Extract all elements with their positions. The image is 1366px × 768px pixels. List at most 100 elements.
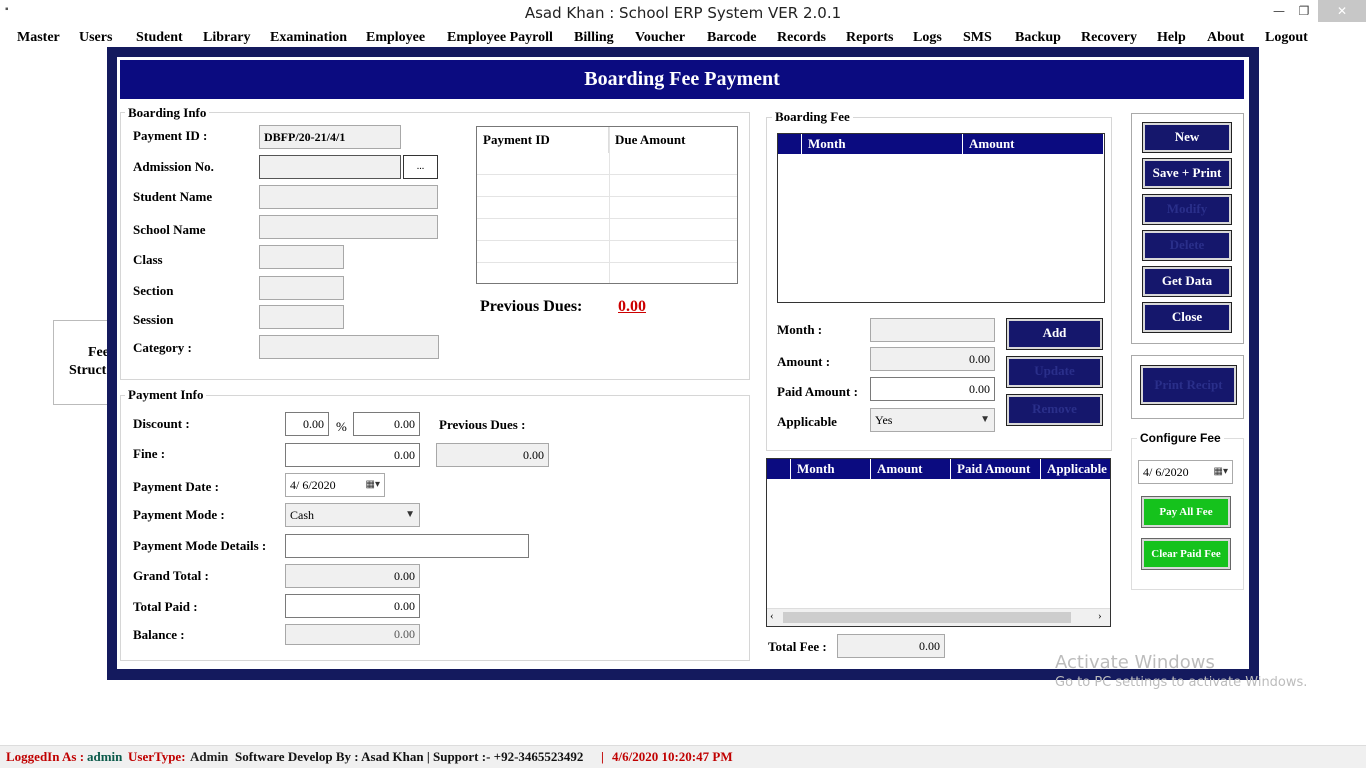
menu-about[interactable]: About: [1207, 30, 1244, 46]
grid-header-payment-id[interactable]: Payment ID: [477, 127, 609, 153]
remove-button[interactable]: Remove: [1006, 394, 1103, 426]
percent-sign: %: [336, 419, 347, 434]
menu-employee[interactable]: Employee: [366, 30, 425, 46]
paid-amount-field[interactable]: 0.00: [870, 377, 995, 401]
balance-field[interactable]: 0.00: [285, 624, 420, 645]
category-field[interactable]: [259, 335, 439, 359]
grid-header-month[interactable]: Month: [791, 459, 871, 479]
applicable-select[interactable]: Yes ▼: [870, 408, 995, 432]
grid-header-amount[interactable]: Amount: [871, 459, 951, 479]
month-field[interactable]: [870, 318, 995, 342]
menu-employee-payroll[interactable]: Employee Payroll: [447, 30, 553, 46]
scrollbar-thumb[interactable]: [783, 612, 1071, 623]
discount-amount-field[interactable]: 0.00: [353, 412, 420, 436]
menu-sms[interactable]: SMS: [963, 30, 992, 46]
balance-label: Balance :: [133, 627, 185, 642]
payment-prev-dues-label: Previous Dues :: [439, 417, 526, 432]
logged-in-user: admin: [87, 749, 123, 764]
clear-paid-fee-button[interactable]: Clear Paid Fee: [1141, 538, 1231, 570]
grid-row-header: [778, 134, 802, 154]
menu-help[interactable]: Help: [1157, 30, 1186, 46]
print-receipt-button[interactable]: Print Recipt: [1140, 365, 1237, 405]
update-button[interactable]: Update: [1006, 356, 1103, 388]
menu-master[interactable]: Master: [17, 30, 60, 46]
discount-percent-field[interactable]: 0.00: [285, 412, 329, 436]
month-amount-grid[interactable]: Month Amount: [777, 133, 1105, 303]
close-window-button[interactable]: ✕: [1318, 0, 1366, 22]
usertype-value: Admin: [190, 749, 229, 764]
calendar-dropdown-icon[interactable]: ▦▾: [366, 474, 380, 496]
payment-mode-select[interactable]: Cash ▼: [285, 503, 420, 527]
discount-label: Discount :: [133, 416, 190, 431]
tile-text-line2: Struct: [69, 363, 107, 378]
fine-field[interactable]: 0.00: [285, 443, 420, 467]
menu-logs[interactable]: Logs: [913, 30, 942, 46]
menu-logout[interactable]: Logout: [1265, 30, 1308, 46]
class-field[interactable]: [259, 245, 344, 269]
category-label: Category :: [133, 340, 192, 355]
previous-dues-label: Previous Dues:: [480, 298, 583, 315]
menu-barcode[interactable]: Barcode: [707, 30, 757, 46]
menu-library[interactable]: Library: [203, 30, 250, 46]
admission-field[interactable]: [259, 155, 401, 179]
grid-divider: [609, 127, 610, 283]
menu-examination[interactable]: Examination: [270, 30, 347, 46]
applicable-label: Applicable: [777, 414, 837, 429]
amount-label: Amount :: [777, 354, 831, 369]
chevron-down-icon: ▼: [405, 509, 415, 520]
total-paid-field[interactable]: 0.00: [285, 594, 420, 618]
delete-button[interactable]: Delete: [1142, 230, 1232, 261]
menu-student[interactable]: Student: [136, 30, 183, 46]
status-bar: LoggedIn As : admin UserType: Admin Soft…: [0, 745, 1366, 768]
payment-id-field[interactable]: DBFP/20-21/4/1: [259, 125, 401, 149]
add-button[interactable]: Add: [1006, 318, 1103, 350]
grid-header-amount[interactable]: Amount: [963, 134, 1104, 154]
section-field[interactable]: [259, 276, 344, 300]
save-print-button[interactable]: Save + Print: [1142, 158, 1232, 189]
menu-backup[interactable]: Backup: [1015, 30, 1061, 46]
browse-student-button[interactable]: ...: [403, 155, 438, 179]
grid-header-month[interactable]: Month: [802, 134, 963, 154]
amount-field[interactable]: 0.00: [870, 347, 995, 371]
grid-row: [477, 241, 737, 263]
grid-header-paid-amount[interactable]: Paid Amount: [951, 459, 1041, 479]
new-button[interactable]: New: [1142, 122, 1232, 153]
menu-reports[interactable]: Reports: [846, 30, 893, 46]
menu-users[interactable]: Users: [79, 30, 112, 46]
configure-date-picker[interactable]: 4/ 6/2020 ▦▾: [1138, 460, 1233, 484]
restore-button[interactable]: ❐: [1291, 0, 1317, 22]
calendar-dropdown-icon[interactable]: ▦▾: [1214, 461, 1228, 483]
school-name-field[interactable]: [259, 215, 438, 239]
payment-date-picker[interactable]: 4/ 6/2020 ▦▾: [285, 473, 385, 497]
session-field[interactable]: [259, 305, 344, 329]
menu-voucher[interactable]: Voucher: [635, 30, 685, 46]
grand-total-field[interactable]: 0.00: [285, 564, 420, 588]
modify-button[interactable]: Modify: [1142, 194, 1232, 225]
payment-id-label: Payment ID :: [133, 128, 208, 143]
student-name-field[interactable]: [259, 185, 438, 209]
get-data-button[interactable]: Get Data: [1142, 266, 1232, 297]
configure-fee-title: Configure Fee: [1137, 431, 1224, 445]
fee-list-grid[interactable]: Month Amount Paid Amount Applicable ‹ ›: [766, 458, 1111, 627]
scroll-left-icon[interactable]: ‹: [770, 610, 774, 622]
tile-text-line1: Fee: [88, 345, 109, 360]
menu-recovery[interactable]: Recovery: [1081, 30, 1137, 46]
horizontal-scrollbar[interactable]: ‹ ›: [767, 608, 1110, 626]
scroll-right-icon[interactable]: ›: [1098, 610, 1102, 622]
grid-row: [477, 219, 737, 241]
minimize-button[interactable]: —: [1266, 0, 1292, 22]
pay-all-fee-button[interactable]: Pay All Fee: [1141, 496, 1231, 528]
grid-header-applicable[interactable]: Applicable: [1041, 459, 1110, 479]
previous-dues-grid[interactable]: Payment ID Due Amount: [476, 126, 738, 284]
total-fee-field[interactable]: 0.00: [837, 634, 945, 658]
payment-prev-dues-field[interactable]: 0.00: [436, 443, 549, 467]
fee-structure-tile[interactable]: Fee Struct: [53, 320, 113, 405]
close-button[interactable]: Close: [1142, 302, 1232, 333]
mode-details-field[interactable]: [285, 534, 529, 558]
month-label: Month :: [777, 322, 823, 337]
menu-billing[interactable]: Billing: [574, 30, 614, 46]
grid-header-due-amount[interactable]: Due Amount: [609, 127, 737, 153]
student-name-label: Student Name: [133, 189, 213, 204]
previous-dues-value: 0.00: [618, 298, 646, 315]
menu-records[interactable]: Records: [777, 30, 826, 46]
